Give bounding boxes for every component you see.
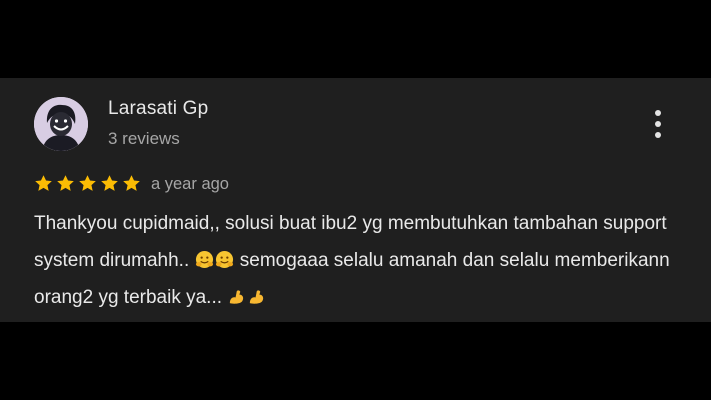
star-icon [35, 175, 52, 191]
hugging-face-emoji-icon [215, 250, 233, 269]
star-icon [123, 175, 140, 191]
hugging-face-emoji-icon [195, 250, 213, 269]
more-options-button[interactable] [646, 109, 670, 139]
author-name[interactable]: Larasati Gp [108, 98, 208, 120]
review-card: Larasati Gp 3 reviews a year ago Thankyo… [0, 78, 711, 322]
more-vert-icon [655, 110, 661, 116]
star-icon [79, 175, 96, 191]
flexed-biceps-emoji-icon [230, 290, 244, 304]
star-icon [57, 175, 74, 191]
review-time: a year ago [151, 175, 229, 193]
flexed-biceps-emoji-icon [250, 290, 264, 304]
avatar[interactable] [34, 97, 88, 151]
avatar-icon [34, 97, 88, 151]
star-icon [101, 175, 118, 191]
author-reviews-count[interactable]: 3 reviews [108, 129, 180, 149]
star-rating [33, 173, 142, 197]
review-text: Thankyou cupidmaid,, solusi buat ibu2 yg… [34, 205, 694, 316]
